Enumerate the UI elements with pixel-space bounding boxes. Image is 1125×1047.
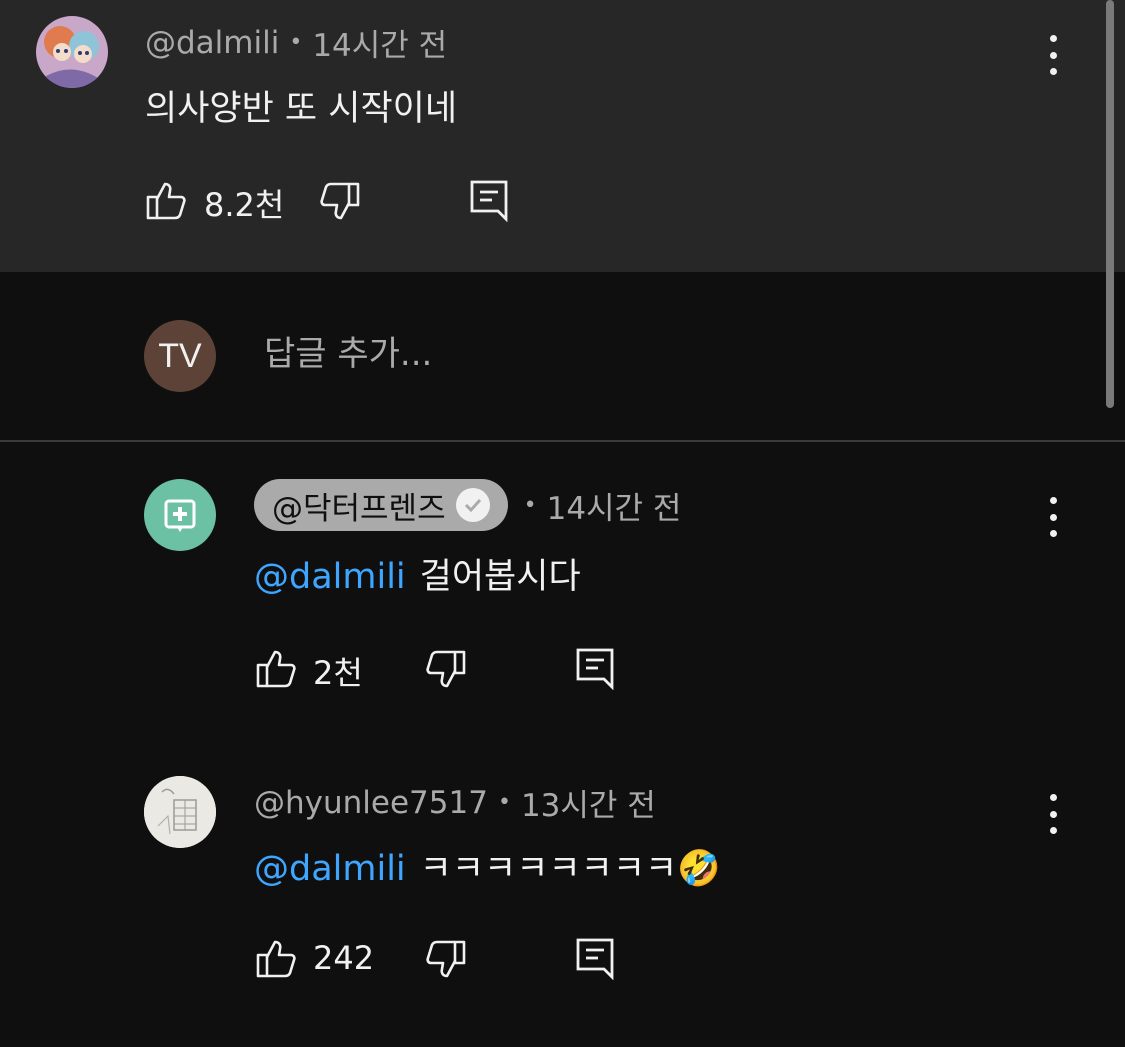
comment-author: @닥터프렌즈	[272, 490, 446, 527]
like-icon[interactable]	[144, 178, 188, 222]
comment-meta: @hyunlee7517 • 13시간 전	[254, 780, 656, 825]
reply-icon[interactable]	[574, 936, 618, 980]
medical-cross-icon	[164, 499, 196, 532]
reply-icon[interactable]	[468, 178, 512, 222]
more-options-icon[interactable]	[1043, 794, 1063, 834]
comment-text: @dalmili ㅋㅋㅋㅋㅋㅋㅋㅋ🤣	[254, 840, 721, 891]
comment-time: 14시간 전	[312, 28, 448, 64]
more-options-icon[interactable]	[1043, 35, 1063, 75]
comment-text: 의사양반 또 시작이네	[145, 80, 457, 131]
parent-comment: @dalmili • 14시간 전 의사양반 또 시작이네 8.2천	[0, 0, 1125, 272]
like-icon[interactable]	[254, 646, 298, 690]
reply-input[interactable]	[264, 334, 964, 374]
comment-text-content: 의사양반 또 시작이네	[145, 89, 458, 129]
user-avatar[interactable]	[36, 16, 108, 88]
more-options-icon[interactable]	[1043, 497, 1063, 537]
scrollbar[interactable]	[1106, 0, 1114, 408]
divider	[0, 440, 1125, 442]
comment-text: @dalmili 걸어봅시다	[254, 548, 581, 599]
like-count: 242	[313, 939, 375, 977]
dislike-icon[interactable]	[424, 938, 468, 982]
mention-link[interactable]: @dalmili	[254, 557, 406, 597]
verified-channel-badge[interactable]: @닥터프렌즈	[254, 479, 508, 531]
meta-separator: •	[289, 30, 303, 55]
channel-avatar[interactable]	[144, 479, 216, 551]
comment-time: 13시간 전	[520, 788, 656, 824]
comment-author[interactable]: @hyunlee7517	[254, 785, 488, 821]
comment-text-content: ㅋㅋㅋㅋㅋㅋㅋㅋ🤣	[419, 849, 721, 889]
user-avatar[interactable]	[144, 776, 216, 848]
meta-separator: •	[523, 492, 537, 518]
comment-thread: @dalmili • 14시간 전 의사양반 또 시작이네 8.2천 TV 답글…	[0, 0, 1125, 1047]
reply-icon[interactable]	[574, 646, 618, 690]
like-count: 8.2천	[204, 186, 285, 224]
dislike-icon[interactable]	[318, 180, 362, 224]
verified-check-icon	[455, 488, 490, 522]
dislike-icon[interactable]	[424, 648, 468, 692]
comment-meta: @닥터프렌즈 • 14시간 전	[254, 479, 681, 531]
like-icon[interactable]	[254, 936, 298, 980]
comment-author[interactable]: @dalmili	[145, 25, 279, 61]
comment-time: 14시간 전	[546, 490, 682, 527]
comment-text-content: 걸어봅시다	[419, 557, 581, 597]
mention-link[interactable]: @dalmili	[254, 849, 406, 889]
comment-meta: @dalmili • 14시간 전	[145, 20, 447, 65]
like-count: 2천	[313, 654, 363, 692]
meta-separator: •	[497, 790, 511, 815]
current-user-avatar: TV	[144, 320, 216, 392]
